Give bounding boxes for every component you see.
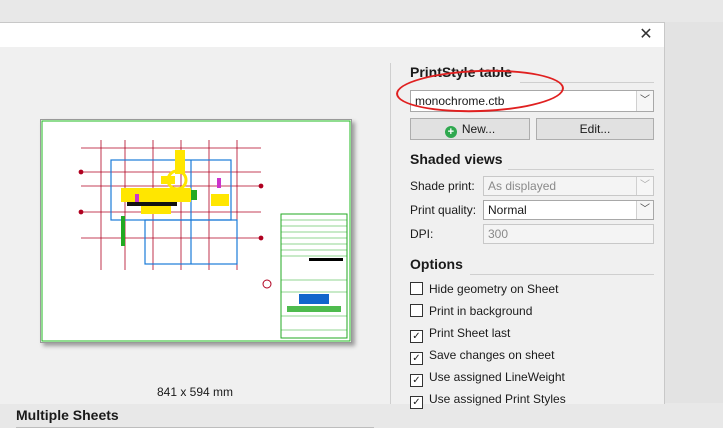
options-heading: Options bbox=[410, 256, 463, 272]
shade-print-select: As displayed ﹀ bbox=[483, 176, 654, 196]
paper-size-label: 841 x 594 mm bbox=[156, 385, 234, 399]
option-row[interactable]: Hide geometry on Sheet bbox=[410, 282, 558, 298]
pane-separator bbox=[390, 63, 391, 404]
option-row[interactable]: ✓ Print Sheet last bbox=[410, 326, 511, 343]
option-label: Save changes on sheet bbox=[429, 348, 555, 362]
option-label: Print Sheet last bbox=[429, 326, 511, 340]
checkbox-checked[interactable]: ✓ bbox=[410, 330, 423, 343]
dpi-input: 300 bbox=[483, 224, 654, 244]
multiple-sheets-heading: Multiple Sheets bbox=[16, 407, 119, 423]
dialog-titlebar: ✕ bbox=[0, 23, 664, 47]
chevron-down-icon[interactable]: ﹀ bbox=[636, 201, 653, 219]
dpi-value: 300 bbox=[488, 227, 509, 241]
checkbox-checked[interactable]: ✓ bbox=[410, 374, 423, 387]
option-label: Use assigned LineWeight bbox=[429, 370, 565, 384]
option-row[interactable]: Print in background bbox=[410, 304, 532, 320]
option-row[interactable]: ✓ Use assigned Print Styles bbox=[410, 392, 566, 409]
option-row[interactable]: ✓ Save changes on sheet bbox=[410, 348, 555, 365]
new-button-label: New... bbox=[461, 122, 496, 136]
print-quality-value: Normal bbox=[488, 203, 527, 217]
shaded-views-heading: Shaded views bbox=[410, 151, 503, 167]
preview-pane: 841 x 594 mm Multiple Sheets bbox=[0, 47, 388, 428]
chevron-down-icon: ﹀ bbox=[636, 177, 653, 195]
edit-button-label: Edit... bbox=[579, 122, 611, 136]
print-quality-label: Print quality: bbox=[410, 203, 477, 217]
chevron-down-icon[interactable]: ﹀ bbox=[636, 91, 653, 111]
drawing-preview-image bbox=[41, 120, 351, 342]
sheet-preview bbox=[40, 119, 352, 343]
shade-print-value: As displayed bbox=[488, 179, 557, 193]
checkbox-unchecked[interactable] bbox=[410, 282, 423, 295]
edit-printstyle-button[interactable]: Edit... bbox=[536, 118, 654, 140]
checkbox-unchecked[interactable] bbox=[410, 304, 423, 317]
option-label: Use assigned Print Styles bbox=[429, 392, 566, 406]
shade-print-label: Shade print: bbox=[410, 179, 475, 193]
option-label: Hide geometry on Sheet bbox=[429, 282, 559, 296]
background-window-edge bbox=[664, 22, 723, 403]
option-label: Print in background bbox=[429, 304, 533, 318]
plus-icon: + bbox=[444, 126, 457, 138]
option-row[interactable]: ✓ Use assigned LineWeight bbox=[410, 370, 565, 387]
dpi-label: DPI: bbox=[410, 227, 434, 241]
new-printstyle-button[interactable]: + New... bbox=[410, 118, 530, 140]
print-quality-select[interactable]: Normal ﹀ bbox=[483, 200, 654, 220]
section-divider bbox=[470, 274, 654, 275]
checkbox-checked[interactable]: ✓ bbox=[410, 352, 423, 365]
close-icon[interactable]: ✕ bbox=[636, 25, 656, 45]
section-divider bbox=[508, 169, 654, 170]
